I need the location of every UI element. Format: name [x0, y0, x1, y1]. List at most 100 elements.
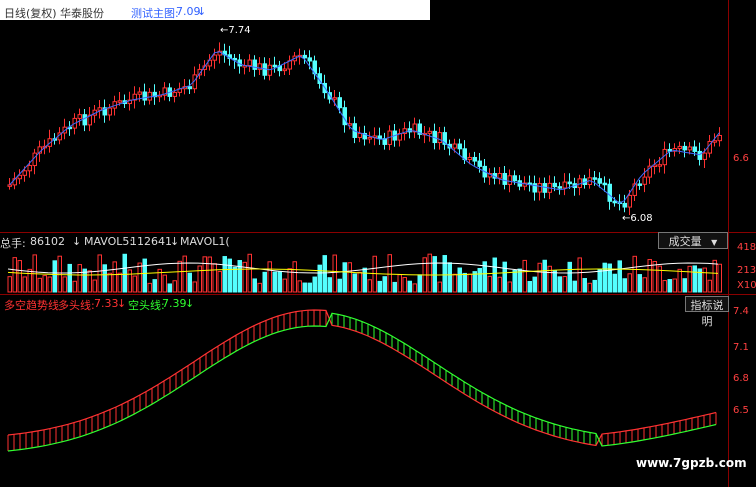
volume-bar: [42, 275, 47, 293]
volume-bar: [47, 276, 52, 293]
candle-body: [342, 107, 347, 126]
volume-arrow-icon: ↓: [72, 235, 82, 248]
volume-bar: [257, 282, 262, 293]
volume-bar: [97, 254, 102, 293]
volume-axis-unit: X10: [737, 280, 756, 291]
volume-bar: [137, 262, 142, 293]
candle-body: [282, 68, 287, 72]
candle-body: [602, 182, 607, 186]
volume-bar: [562, 276, 567, 293]
volume-bar: [117, 272, 122, 293]
volume-bar: [207, 256, 212, 293]
candle-body: [137, 91, 142, 95]
volume-bar: [67, 263, 72, 293]
volume-total-value: 86102: [30, 235, 65, 248]
trend-axis-1: 7.4: [733, 306, 749, 317]
candle-body: [607, 183, 612, 202]
candle-body: [267, 64, 272, 76]
candle-body: [717, 134, 722, 142]
volume-bar: [382, 276, 387, 293]
indicator-selector[interactable]: 成交量 ▼: [658, 232, 728, 249]
volume-bar: [192, 281, 197, 293]
volume-bar: [387, 254, 392, 293]
volume-bar: [177, 260, 182, 293]
volume-bar: [427, 253, 432, 293]
volume-bar: [22, 276, 27, 293]
volume-bar: [522, 259, 527, 293]
volume-bar: [497, 276, 502, 293]
trend-axis-3: 6.8: [733, 373, 749, 384]
candle-body: [477, 160, 482, 167]
volume-bar: [392, 281, 397, 293]
candle-body: [507, 175, 512, 185]
candle-body: [627, 194, 632, 208]
volume-bar: [367, 279, 372, 293]
volume-bar: [327, 277, 332, 293]
chevron-down-icon: ▼: [711, 238, 718, 247]
volume-bar: [647, 259, 652, 293]
volume-bar: [252, 278, 257, 293]
volume-bar: [187, 272, 192, 293]
volume-bar: [472, 271, 477, 293]
candle-body: [437, 132, 442, 144]
indicator-selector-label: 成交量: [668, 235, 702, 248]
volume-bar: [432, 256, 437, 293]
candle-body: [452, 143, 457, 149]
volume-bar: [587, 282, 592, 293]
volume-bar: [667, 279, 672, 293]
volume-bar: [442, 255, 447, 293]
volume-bar: [612, 273, 617, 293]
volume-bar: [572, 280, 577, 293]
volume-bar: [692, 265, 697, 293]
candle-body: [22, 170, 27, 176]
volume-bar: [712, 259, 717, 293]
mavol10-label: MAVOL1(: [180, 235, 230, 248]
help-button[interactable]: 指标说明: [685, 296, 729, 328]
candle-body: [142, 91, 147, 101]
volume-bar: [272, 271, 277, 293]
volume-bar: [302, 282, 307, 293]
volume-bar: [557, 276, 562, 293]
candle-body: [567, 181, 572, 185]
volume-bar: [152, 279, 157, 293]
volume-bar: [247, 253, 252, 293]
volume-bar: [437, 281, 442, 293]
candle-body: [637, 183, 642, 186]
volume-bar: [607, 263, 612, 293]
candle-body: [467, 156, 472, 161]
volume-bar: [622, 278, 627, 293]
candle-body: [212, 54, 217, 61]
volume-bar: [527, 280, 532, 293]
volume-bar: [687, 265, 692, 293]
volume-bar: [307, 282, 312, 293]
volume-bar: [582, 278, 587, 293]
volume-bar: [332, 254, 337, 293]
volume-bar: [492, 257, 497, 293]
volume-bar: [262, 271, 267, 293]
candle-body: [337, 97, 342, 109]
volume-bar: [232, 266, 237, 293]
candle-body: [692, 146, 697, 152]
volume-bar: [347, 262, 352, 293]
candle-body: [172, 91, 177, 97]
volume-bar: [592, 279, 597, 293]
long-line-label: 多头线:: [58, 299, 95, 312]
volume-axis-top: 418: [737, 242, 756, 253]
volume-bar: [102, 264, 107, 293]
candle-body: [187, 86, 192, 90]
volume-bar: [682, 278, 687, 293]
candle-body: [82, 114, 87, 126]
volume-bar: [417, 274, 422, 293]
volume-bar: [462, 272, 467, 293]
volume-bar: [237, 260, 242, 293]
volume-bar: [7, 276, 12, 293]
volume-bar: [632, 255, 637, 293]
volume-bar: [477, 268, 482, 293]
candle-body: [687, 146, 692, 151]
candle-body: [697, 150, 702, 160]
candle-body: [712, 140, 717, 143]
volume-bar: [52, 260, 57, 293]
volume-bar: [467, 273, 472, 293]
volume-bar: [407, 280, 412, 293]
volume-bar: [352, 273, 357, 293]
